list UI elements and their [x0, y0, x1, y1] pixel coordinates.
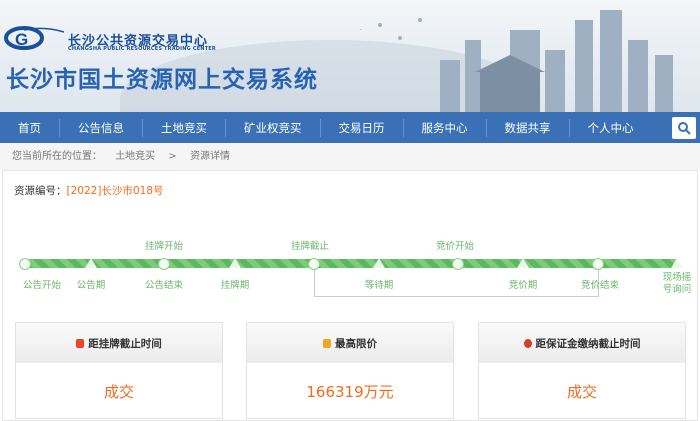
timeline-label: 挂牌期: [220, 280, 250, 291]
timeline-node: [158, 257, 170, 270]
city-skyline-illustration: [360, 10, 673, 112]
breadcrumb-current: 资源详情: [189, 151, 230, 162]
card-value: 166319万元: [306, 382, 394, 401]
timeline-label: 等待期: [364, 280, 394, 291]
timeline-node: [592, 257, 604, 270]
resource-id: 资源编号：[2022]长沙市018号: [14, 183, 163, 198]
search-icon: [678, 122, 691, 135]
svg-text:G: G: [15, 30, 28, 49]
timeline-label: 挂牌开始: [144, 241, 184, 252]
nav-home[interactable]: 首页: [0, 118, 60, 137]
timeline-label: 公告开始: [22, 280, 62, 291]
timeline-bar: [25, 259, 677, 268]
timeline-marker: [229, 258, 241, 268]
timeline-node: [452, 257, 464, 270]
coins-icon: [323, 338, 331, 348]
resource-id-label: 资源编号：: [14, 185, 67, 197]
deadline-card: 距挂牌截止时间 成交: [15, 322, 223, 419]
card-value: 成交: [566, 382, 597, 401]
system-title: 长沙市国土资源网上交易系统: [6, 67, 318, 93]
site-header: G 长沙公共资源交易中心 CHANGSHA PUBLIC RESOURCES T…: [0, 0, 700, 112]
timeline-marker: [85, 258, 97, 268]
clock-icon: [76, 338, 85, 348]
nav-data-sharing[interactable]: 数据共享: [487, 118, 570, 137]
breadcrumb-separator: >: [168, 151, 177, 162]
search-button[interactable]: [672, 117, 696, 139]
nav-land-bidding[interactable]: 土地竞买: [143, 118, 226, 137]
deposit-deadline-card: 距保证金缴纳截止时间 成交: [478, 322, 686, 419]
max-price-card: 最高限价 166319万元: [246, 322, 454, 419]
nav-calendar[interactable]: 交易日历: [321, 118, 404, 137]
timeline-marker: [517, 258, 529, 268]
card-value: 成交: [103, 382, 134, 401]
timeline-label: 竞价开始: [435, 241, 475, 252]
timeline-bracket: [314, 268, 599, 297]
nav-personal-center[interactable]: 个人中心: [570, 119, 652, 137]
nav-service-center[interactable]: 服务中心: [404, 118, 487, 137]
timeline-marker: [373, 258, 385, 268]
timeline-node: [19, 257, 31, 270]
breadcrumb-prefix: 您当前所在的位置：: [12, 151, 102, 162]
nav-mining-bidding[interactable]: 矿业权竞买: [226, 118, 321, 137]
timeline-node: [308, 257, 320, 270]
logo-icon: G: [4, 26, 64, 50]
nav-announcements[interactable]: 公告信息: [60, 118, 143, 137]
breadcrumb: 您当前所在的位置： 土地竞买 > 资源详情: [0, 143, 700, 170]
card-title: 最高限价: [335, 337, 377, 350]
timeline-label: 现场摇号询问: [662, 272, 692, 295]
main-nav: 首页 公告信息 土地竞买 矿业权竞买 交易日历 服务中心 数据共享 个人中心: [0, 112, 700, 143]
timeline-label: 竞价结束: [580, 280, 620, 291]
logo-subtext: CHANGSHA PUBLIC RESOURCES TRADING CENTER: [68, 46, 216, 52]
breadcrumb-land-bidding[interactable]: 土地竞买: [115, 151, 155, 162]
timeline-marker: [671, 258, 683, 268]
timeline-label: 挂牌截止: [290, 241, 330, 252]
card-title: 距保证金缴纳截止时间: [535, 337, 641, 350]
alarm-icon: [523, 338, 532, 348]
resource-id-value: [2022]长沙市018号: [66, 185, 164, 197]
card-title: 距挂牌截止时间: [88, 337, 162, 350]
timeline-label: 竞价期: [508, 280, 538, 291]
timeline-label: 公告结束: [144, 280, 184, 291]
timeline-label: 公告期: [76, 280, 106, 291]
